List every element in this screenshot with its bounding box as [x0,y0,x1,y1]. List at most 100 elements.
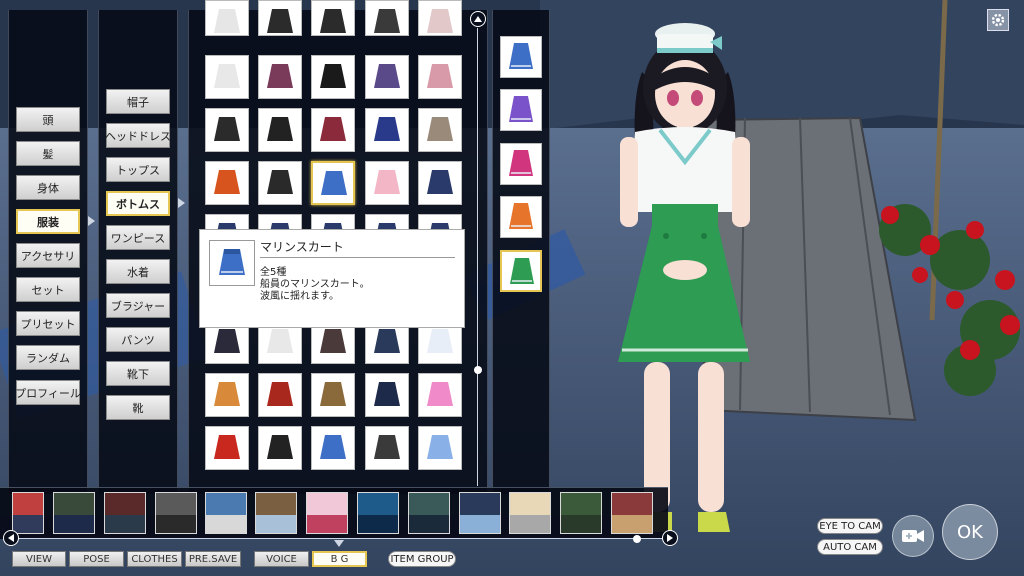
subcategory-headdress-button[interactable]: ヘッドドレス [105,123,171,148]
category-profile-button[interactable]: プロフィール [15,380,81,405]
subcategory-bottoms-button[interactable]: ボトムス [106,191,170,216]
bg-button[interactable]: B G [312,551,367,567]
item-grid-cell[interactable] [418,161,462,205]
scroll-left-button[interactable] [3,530,19,546]
background-thumbnail[interactable] [255,492,297,534]
item-grid-cell[interactable] [418,55,462,99]
item-grid-cell[interactable] [365,426,409,470]
color-variant-item[interactable] [500,143,542,185]
background-thumbnail[interactable] [459,492,501,534]
item-grid-cell[interactable] [365,55,409,99]
subcategory-onepiece-button[interactable]: ワンピース [106,225,170,250]
item-grid-cell[interactable] [258,108,302,152]
item-grid-cell[interactable] [311,426,355,470]
item-grid-cell[interactable] [311,55,355,99]
subcategory-swimsuit-button[interactable]: 水着 [106,259,170,284]
voice-button[interactable]: VOICE [254,551,309,567]
background-thumbnail[interactable] [155,492,197,534]
item-grid-cell[interactable] [365,0,409,36]
item-grid-cell[interactable] [418,108,462,152]
item-grid-scrollbar-track[interactable] [477,28,478,486]
pose-button[interactable]: POSE [69,551,124,567]
clothing-item-icon [214,382,240,406]
background-strip-scrollbar-thumb[interactable] [633,535,641,543]
item-grid-cell[interactable] [205,161,249,205]
background-thumbnail[interactable] [104,492,146,534]
item-grid-cell[interactable] [258,161,302,205]
item-grid-cell[interactable] [418,426,462,470]
item-grid-cell[interactable] [311,108,355,152]
category-body-button[interactable]: 身体 [16,175,80,200]
category-arrow-icon [88,216,95,226]
clothing-item-icon [320,382,346,406]
item-grid-cell[interactable] [205,55,249,99]
item-grid-cell[interactable] [258,426,302,470]
item-grid-cell[interactable] [205,426,249,470]
subcategory-panties-button[interactable]: パンツ [106,327,170,352]
scroll-up-button[interactable] [470,11,486,27]
item-grid-cell[interactable] [311,161,355,205]
clothing-item-icon [374,170,400,194]
category-set-button[interactable]: セット [16,277,80,302]
clothing-item-icon [267,170,293,194]
subcategory-tops-button[interactable]: トップス [106,157,170,182]
color-variant-item[interactable] [500,250,542,292]
chevron-right-icon [667,534,673,542]
item-group-button[interactable]: ITEM GROUP [388,551,456,567]
background-thumbnail[interactable] [306,492,348,534]
item-grid-cell[interactable] [365,108,409,152]
item-grid-cell[interactable] [365,373,409,417]
item-grid-cell[interactable] [205,108,249,152]
background-thumbnail[interactable] [408,492,450,534]
category-preset-button[interactable]: プリセット [16,311,80,336]
background-thumbnail[interactable] [205,492,247,534]
item-grid-cell[interactable] [258,55,302,99]
item-grid-cell[interactable] [418,373,462,417]
color-variant-item[interactable] [500,196,542,238]
background-thumbnail[interactable] [560,492,602,534]
clothing-item-icon [214,435,240,459]
color-variant-item[interactable] [500,36,542,78]
view-button[interactable]: VIEW [12,551,66,567]
skirt-variant-icon [510,258,534,284]
scroll-right-button[interactable] [662,530,678,546]
item-grid-cell[interactable] [205,0,249,36]
item-grid-cell[interactable] [418,0,462,36]
item-grid-cell[interactable] [311,0,355,36]
color-variant-item[interactable] [500,89,542,131]
skirt-variant-icon [509,43,533,69]
category-accessory-button[interactable]: アクセサリ [16,243,80,268]
subcategory-bra-button[interactable]: ブラジャー [106,293,170,318]
category-random-button[interactable]: ランダム [16,345,80,370]
clothing-item-icon [214,170,240,194]
clothing-item-icon [427,382,453,406]
category-clothes-button[interactable]: 服装 [16,209,80,234]
category-hair-button[interactable]: 髪 [16,141,80,166]
background-thumbnail[interactable] [53,492,95,534]
clothes-button[interactable]: CLOTHES [127,551,182,567]
subcategory-shoes-button[interactable]: 靴 [106,395,170,420]
auto-cam-button[interactable]: AUTO CAM [817,539,883,555]
video-record-button[interactable] [892,515,934,557]
subcategory-socks-button[interactable]: 靴下 [106,361,170,386]
ok-button[interactable]: OK [942,504,998,560]
background-thumbnail[interactable] [509,492,551,534]
background-thumbnail[interactable] [12,492,44,534]
eye-to-cam-button[interactable]: EYE TO CAM [817,518,883,534]
item-grid-cell[interactable] [258,373,302,417]
background-thumbnail[interactable] [611,492,653,534]
presave-button[interactable]: PRE.SAVE [185,551,241,567]
background-thumbnail[interactable] [357,492,399,534]
item-grid-cell[interactable] [258,0,302,36]
clothing-item-icon [374,435,400,459]
character-model [618,23,750,532]
item-grid-cell[interactable] [365,161,409,205]
item-grid-scrollbar-thumb[interactable] [474,366,482,374]
subcategory-hat-button[interactable]: 帽子 [106,89,170,114]
item-grid-cell[interactable] [311,373,355,417]
category-head-button[interactable]: 頭 [16,107,80,132]
settings-button[interactable] [987,9,1009,31]
item-grid-cell[interactable] [205,373,249,417]
background-strip-scrollbar-track[interactable] [18,538,668,539]
skirt-variant-icon [509,203,533,229]
